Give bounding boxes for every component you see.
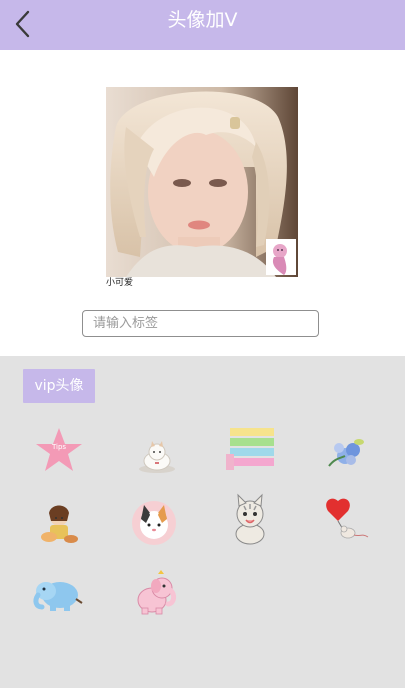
vip-avatar-tab[interactable]: vip头像 bbox=[23, 369, 95, 403]
sticker-heart-balloon-mouse[interactable] bbox=[318, 493, 374, 549]
calico-cat-icon bbox=[132, 501, 176, 545]
sticker-tabby-kitten[interactable] bbox=[222, 492, 278, 548]
app-header: 头像加V bbox=[0, 0, 405, 50]
mermaid-badge-icon bbox=[266, 239, 296, 275]
tag-input[interactable] bbox=[82, 310, 319, 337]
sticker-pink-elephant[interactable] bbox=[127, 566, 183, 622]
girl-with-dog-icon bbox=[41, 505, 78, 543]
avatar-photo bbox=[106, 87, 298, 277]
pastel-bars-icon bbox=[226, 428, 274, 470]
sticker-blue-elephant[interactable] bbox=[31, 566, 87, 622]
heart-balloon-mouse-icon bbox=[326, 498, 369, 539]
sticker-blue-flower[interactable] bbox=[318, 425, 374, 481]
page-title: 头像加V bbox=[167, 9, 238, 31]
sticker-girl-dog[interactable] bbox=[31, 497, 87, 553]
sticker-calico-cat[interactable] bbox=[126, 495, 182, 551]
sticker-pastel-bars[interactable] bbox=[222, 422, 278, 478]
pink-elephant-icon bbox=[137, 570, 177, 615]
white-cat-icon bbox=[139, 441, 175, 473]
tabby-kitten-icon bbox=[235, 493, 265, 545]
blue-elephant-icon bbox=[33, 582, 83, 611]
pink-star-tips-icon: Tips bbox=[36, 428, 82, 471]
sticker-white-cat[interactable] bbox=[129, 427, 185, 483]
sticker-pink-star[interactable]: Tips bbox=[31, 423, 87, 479]
avatar-caption: 小可爱 bbox=[106, 278, 134, 288]
avatar-preview bbox=[106, 87, 298, 287]
svg-text:Tips: Tips bbox=[51, 443, 66, 451]
blue-flower-icon bbox=[328, 439, 364, 467]
